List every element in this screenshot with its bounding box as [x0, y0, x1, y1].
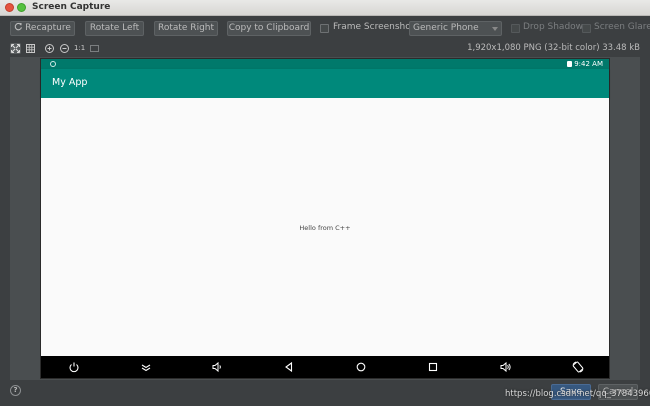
screen-capture-window: Screen Capture Recapture Rotate Left Rot… [0, 0, 650, 406]
recents-icon [428, 362, 438, 372]
volume-up-icon [500, 361, 511, 373]
rotate-icon [572, 361, 584, 373]
app-title: My App [52, 77, 88, 88]
app-content: Hello from C++ [41, 98, 609, 356]
zoom-out-icon[interactable] [59, 43, 70, 54]
lock-icon [567, 61, 573, 67]
volume-down-icon [212, 361, 221, 373]
status-clock: 9:42 AM [567, 60, 603, 68]
expand-down-icon [141, 364, 151, 372]
help-button[interactable]: ? [10, 385, 21, 396]
device-status-bar: 9:42 AM [41, 59, 609, 69]
device-screenshot: 9:42 AM My App Hello from C++ [40, 58, 610, 379]
screen-glare-label: Screen Glare [594, 22, 650, 32]
back-icon [285, 361, 293, 373]
drop-shadow-label: Drop Shadow [523, 22, 584, 32]
window-title: Screen Capture [32, 2, 111, 12]
zoom-in-icon[interactable] [44, 43, 55, 54]
watermark-text: https://blog.csdn.net/qq_37843960 [505, 389, 650, 399]
status-time: 9:42 AM [574, 60, 603, 68]
copy-to-clipboard-button[interactable]: Copy to Clipboard [227, 21, 311, 36]
power-icon [69, 362, 79, 373]
rotate-right-button[interactable]: Rotate Right [154, 21, 218, 36]
title-bar: Screen Capture [0, 0, 650, 16]
device-nav-bar [41, 356, 609, 378]
app-bar: My App [41, 69, 609, 98]
frame-screenshot-label: Frame Screenshot [333, 22, 415, 32]
hello-text: Hello from C++ [299, 224, 351, 232]
window-minimize-button[interactable] [17, 3, 26, 12]
window-close-button[interactable] [5, 3, 14, 12]
grid-icon[interactable] [25, 43, 36, 54]
preview-canvas: 9:42 AM My App Hello from C++ [10, 57, 640, 380]
screen-glare-checkbox[interactable] [582, 24, 591, 33]
dialog-footer: ? Save Cancel https://blog.csdn.net/qq_3… [0, 382, 650, 406]
actual-size-button[interactable]: 1:1 [74, 43, 85, 54]
home-icon [356, 362, 366, 372]
fit-to-window-icon[interactable] [10, 43, 21, 54]
device-frame-select[interactable]: Generic Phone [409, 21, 502, 36]
toolbar: Recapture Rotate Left Rotate Right Copy … [0, 16, 650, 41]
rotate-left-button[interactable]: Rotate Left [85, 21, 144, 36]
device-frame-value: Generic Phone [413, 23, 479, 33]
image-info-text: 1,920x1,080 PNG (32-bit color) 33.48 kB [467, 43, 640, 53]
refresh-icon [14, 22, 23, 31]
recapture-label: Recapture [25, 23, 71, 33]
recapture-button[interactable]: Recapture [10, 21, 75, 36]
fit-screen-icon[interactable] [89, 43, 100, 54]
notification-icon [50, 61, 56, 67]
view-options-bar: 1:1 1,920x1,080 PNG (32-bit color) 33.48… [0, 41, 650, 56]
drop-shadow-checkbox[interactable] [511, 24, 520, 33]
chevron-down-icon [492, 27, 498, 31]
frame-screenshot-checkbox[interactable] [320, 24, 329, 33]
